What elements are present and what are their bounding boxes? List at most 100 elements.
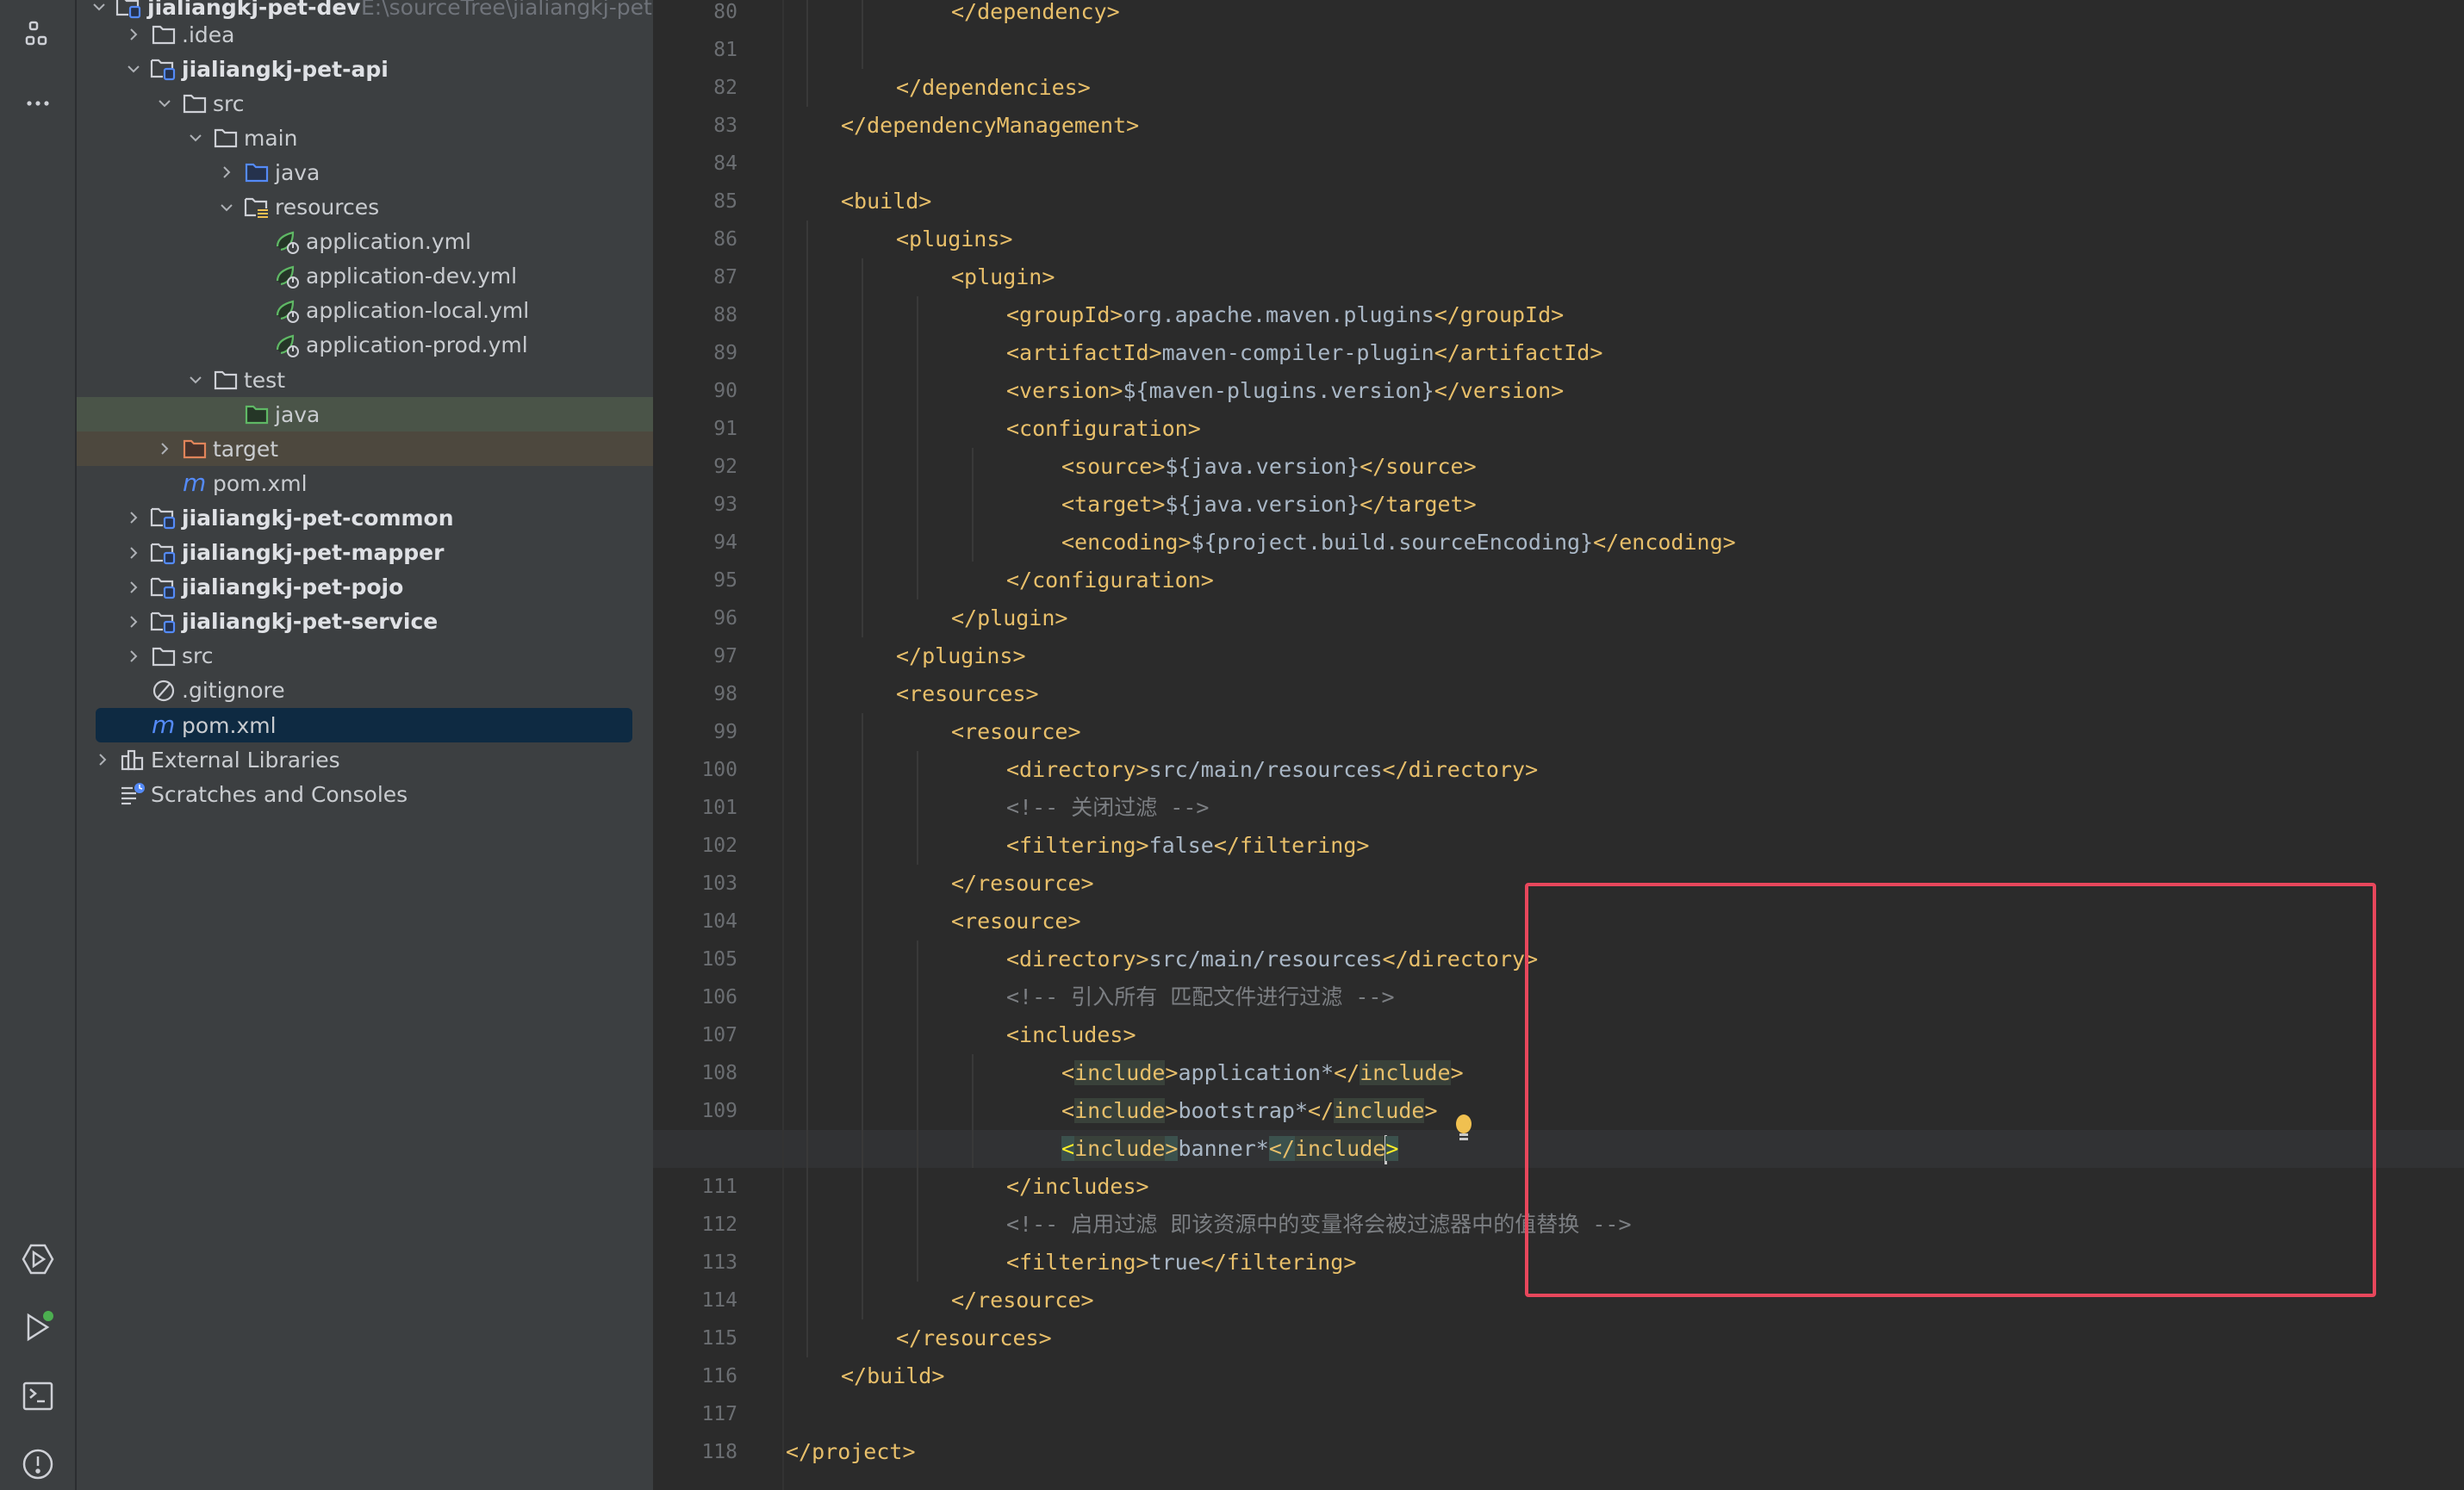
code-text: </dependencyManagement> — [841, 107, 1139, 145]
code-line[interactable]: </dependency> — [653, 0, 2464, 31]
tree-item[interactable]: src — [77, 639, 653, 674]
folder-icon — [180, 89, 209, 118]
source-folder-icon — [242, 158, 271, 187]
xml-tag: </encoding> — [1593, 530, 1736, 555]
code-line[interactable]: </dependencyManagement> — [653, 107, 2464, 145]
project-view-icon[interactable] — [21, 17, 55, 52]
tree-item[interactable]: application-dev.yml — [77, 259, 653, 294]
xml-tag: <directory> — [1006, 947, 1149, 972]
project-tree: jialiangkj-pet-dev E:\sourceTree\jialian… — [77, 0, 653, 1490]
tree-item[interactable]: jialiangkj-pet-common — [77, 500, 653, 535]
tree-item[interactable]: jialiangkj-pet-pojo — [77, 570, 653, 605]
tree-item[interactable]: java — [77, 397, 653, 432]
tree-item[interactable]: jialiangkj-pet-mapper — [77, 536, 653, 570]
code-line[interactable]: </configuration> — [653, 562, 2464, 599]
chevron-right-icon[interactable] — [154, 438, 175, 459]
tree-item[interactable]: src — [77, 86, 653, 121]
chevron-right-icon[interactable] — [123, 577, 144, 598]
code-text: <groupId>org.apache.maven.plugins</group… — [1006, 296, 1564, 334]
code-line[interactable]: <source>${java.version}</source> — [653, 448, 2464, 486]
more-icon[interactable] — [21, 86, 55, 121]
code-text: <resource> — [951, 713, 1081, 751]
chevron-right-icon[interactable] — [92, 749, 113, 770]
tree-item[interactable]: java — [77, 155, 653, 189]
tree-item[interactable]: .gitignore — [77, 674, 653, 708]
tree-item-label: application-prod.yml — [306, 332, 528, 358]
chevron-down-icon[interactable] — [185, 127, 206, 148]
code-line[interactable]: <build> — [653, 183, 2464, 220]
problems-icon[interactable] — [21, 1447, 55, 1481]
intention-bulb-icon[interactable] — [1453, 1114, 1475, 1143]
tree-item[interactable]: resources — [77, 190, 653, 225]
xml-tag: > — [1424, 1098, 1438, 1123]
xml-tag: </directory> — [1382, 757, 1539, 782]
code-text: <include>banner*</include> — [1061, 1130, 1399, 1168]
tree-item-label: src — [213, 90, 245, 116]
tree-item-label: jialiangkj-pet-mapper — [182, 540, 445, 565]
chevron-down-icon[interactable] — [154, 93, 175, 114]
xml-tag: <artifactId> — [1006, 340, 1162, 365]
chevron-down-icon[interactable] — [89, 0, 109, 17]
code-editor[interactable]: 80 81 82 83 84 85 86 87 88 89 90 91 92 93 94 95 96 97 98 99… — [653, 0, 2464, 1490]
code-line[interactable]: <plugin> — [653, 258, 2464, 296]
code-line[interactable] — [653, 1395, 2464, 1433]
tree-item[interactable]: m pom.xml — [77, 466, 653, 500]
chevron-down-icon[interactable] — [123, 59, 144, 79]
tree-item[interactable]: application-local.yml — [77, 294, 653, 328]
chevron-right-icon[interactable] — [123, 543, 144, 563]
tree-item[interactable]: test — [77, 363, 653, 397]
code-line[interactable]: </dependencies> — [653, 69, 2464, 107]
tree-item[interactable]: target — [77, 431, 653, 467]
tree-item[interactable]: m pom.xml — [96, 708, 632, 742]
chevron-right-icon[interactable] — [123, 24, 144, 45]
chevron-right-icon[interactable] — [216, 162, 237, 183]
tree-item[interactable]: .idea — [77, 17, 653, 52]
code-text: </resource> — [951, 865, 1094, 903]
code-text: <includes> — [1006, 1016, 1136, 1054]
code-line[interactable]: </plugins> — [653, 637, 2464, 675]
code-text: </resources> — [896, 1319, 1052, 1357]
code-line[interactable]: </resources> — [653, 1319, 2464, 1357]
xml-text: ${project.build.sourceEncoding} — [1191, 530, 1594, 555]
code-line[interactable]: <resources> — [653, 675, 2464, 713]
code-line[interactable]: <filtering>false</filtering> — [653, 827, 2464, 865]
code-line[interactable]: <groupId>org.apache.maven.plugins</group… — [653, 296, 2464, 334]
code-line[interactable] — [653, 31, 2464, 69]
code-line[interactable]: <resource> — [653, 713, 2464, 751]
spring-config-icon — [273, 296, 302, 326]
code-line[interactable]: <!-- 关闭过滤 --> — [653, 789, 2464, 827]
tree-item[interactable]: jialiangkj-pet-service — [77, 605, 653, 639]
code-line[interactable]: <target>${java.version}</target> — [653, 486, 2464, 524]
code-line[interactable]: <artifactId>maven-compiler-plugin</artif… — [653, 334, 2464, 372]
run-icon[interactable] — [21, 1309, 55, 1344]
code-line[interactable]: <encoding>${project.build.sourceEncoding… — [653, 524, 2464, 562]
tree-item[interactable]: External Libraries — [77, 742, 653, 777]
services-icon[interactable] — [21, 1242, 55, 1276]
xml-tag: </ — [1308, 1098, 1335, 1123]
code-line[interactable]: <directory>src/main/resources</directory… — [653, 751, 2464, 789]
code-line[interactable] — [653, 145, 2464, 183]
code-line[interactable]: <version>${maven-plugins.version}</versi… — [653, 372, 2464, 410]
tree-item[interactable]: application-prod.yml — [77, 328, 653, 363]
tree-item[interactable]: Scratches and Consoles — [77, 777, 653, 811]
xml-text: ${maven-plugins.version} — [1123, 378, 1434, 403]
xml-text: bootstrap* — [1178, 1098, 1308, 1123]
code-line[interactable]: </project> — [653, 1433, 2464, 1471]
module-folder-icon — [149, 607, 178, 636]
chevron-right-icon[interactable] — [123, 612, 144, 632]
code-line[interactable]: </build> — [653, 1357, 2464, 1395]
indent-guide — [972, 448, 974, 562]
tree-item[interactable]: main — [77, 121, 653, 155]
code-text: <target>${java.version}</target> — [1061, 486, 1477, 524]
code-line[interactable]: <plugins> — [653, 220, 2464, 258]
xml-tag: > — [1165, 1136, 1179, 1161]
chevron-right-icon[interactable] — [123, 507, 144, 528]
tree-item[interactable]: jialiangkj-pet-api — [77, 52, 653, 86]
chevron-right-icon[interactable] — [123, 646, 144, 667]
chevron-down-icon[interactable] — [185, 369, 206, 390]
tree-item[interactable]: application.yml — [77, 225, 653, 259]
terminal-icon[interactable] — [21, 1378, 55, 1412]
code-line[interactable]: </plugin> — [653, 599, 2464, 637]
chevron-down-icon[interactable] — [216, 197, 237, 218]
code-line[interactable]: <configuration> — [653, 410, 2464, 448]
